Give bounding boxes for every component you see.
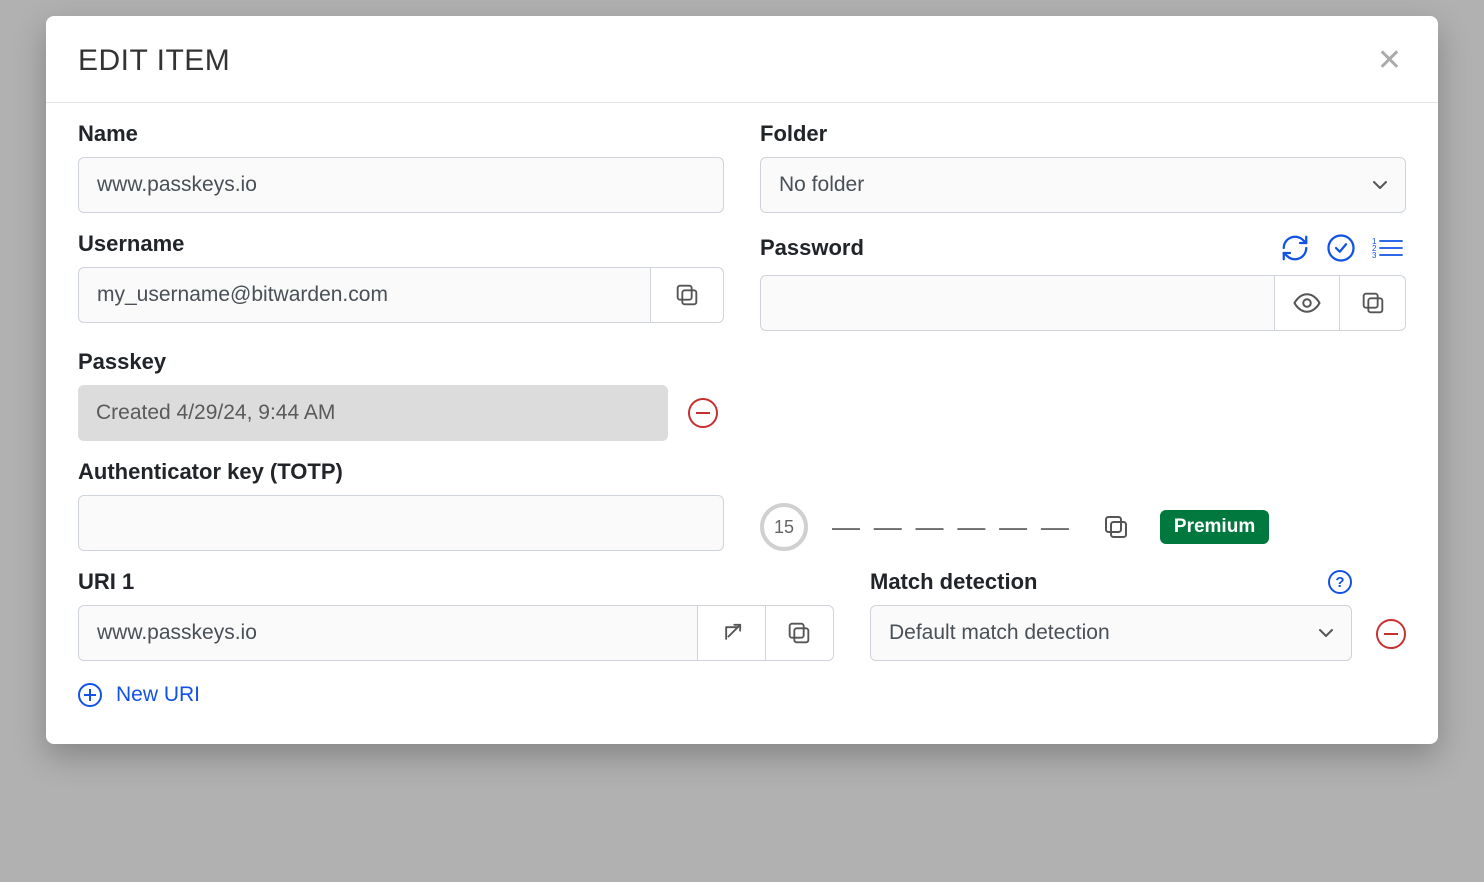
- password-label: Password: [760, 235, 864, 261]
- username-label: Username: [78, 231, 724, 257]
- list-number-icon: 123: [1372, 233, 1404, 263]
- new-uri-label: New URI: [116, 683, 200, 707]
- copy-icon: [1359, 289, 1387, 317]
- totp-input[interactable]: [78, 495, 724, 551]
- modal-header: Edit Item ✕: [46, 16, 1438, 103]
- toggle-password-visibility-button[interactable]: [1274, 275, 1340, 331]
- copy-totp-button[interactable]: [1096, 507, 1136, 547]
- modal-body: Name Folder Username: [46, 103, 1438, 744]
- eye-icon: [1292, 288, 1322, 318]
- launch-uri-button[interactable]: [697, 605, 765, 661]
- username-input[interactable]: [78, 267, 650, 323]
- minus-icon: [1384, 633, 1398, 635]
- check-password-button[interactable]: [1324, 231, 1358, 265]
- minus-icon: [696, 412, 710, 414]
- passkey-created-chip: Created 4/29/24, 9:44 AM: [78, 385, 668, 441]
- match-detection-help-button[interactable]: ?: [1328, 570, 1352, 594]
- totp-code: — — — — — —: [832, 511, 1072, 543]
- uri1-label: URI 1: [78, 569, 834, 595]
- premium-badge: Premium: [1160, 510, 1269, 544]
- name-label: Name: [78, 121, 724, 147]
- match-detection-label: Match detection: [870, 569, 1037, 595]
- close-icon: ✕: [1377, 44, 1402, 77]
- svg-text:3: 3: [1372, 251, 1377, 260]
- totp-seconds: 15: [774, 517, 794, 538]
- edit-item-modal: Edit Item ✕ Name Folder: [46, 16, 1438, 744]
- close-button[interactable]: ✕: [1373, 46, 1406, 76]
- passkey-label: Passkey: [78, 349, 724, 375]
- copy-uri-button[interactable]: [766, 605, 834, 661]
- plus-circle-icon: [78, 683, 102, 707]
- modal-title: Edit Item: [78, 44, 230, 78]
- copy-icon: [1101, 512, 1131, 542]
- folder-select[interactable]: [760, 157, 1406, 213]
- external-link-icon: [718, 619, 746, 647]
- match-detection-select[interactable]: [870, 605, 1352, 661]
- refresh-icon: [1280, 233, 1310, 263]
- password-input[interactable]: [760, 275, 1274, 331]
- uri1-input[interactable]: [78, 605, 697, 661]
- remove-passkey-button[interactable]: [688, 398, 718, 428]
- generate-password-button[interactable]: [1278, 231, 1312, 265]
- password-history-button[interactable]: 123: [1370, 231, 1406, 265]
- folder-label: Folder: [760, 121, 1406, 147]
- copy-username-button[interactable]: [650, 267, 724, 323]
- copy-icon: [785, 619, 813, 647]
- new-uri-button[interactable]: New URI: [78, 683, 200, 707]
- copy-password-button[interactable]: [1340, 275, 1406, 331]
- check-circle-icon: [1326, 233, 1356, 263]
- name-input[interactable]: [78, 157, 724, 213]
- copy-icon: [673, 281, 701, 309]
- totp-label: Authenticator key (TOTP): [78, 459, 724, 485]
- totp-timer: 15: [760, 503, 808, 551]
- help-icon: ?: [1335, 574, 1344, 591]
- remove-uri-button[interactable]: [1376, 619, 1406, 649]
